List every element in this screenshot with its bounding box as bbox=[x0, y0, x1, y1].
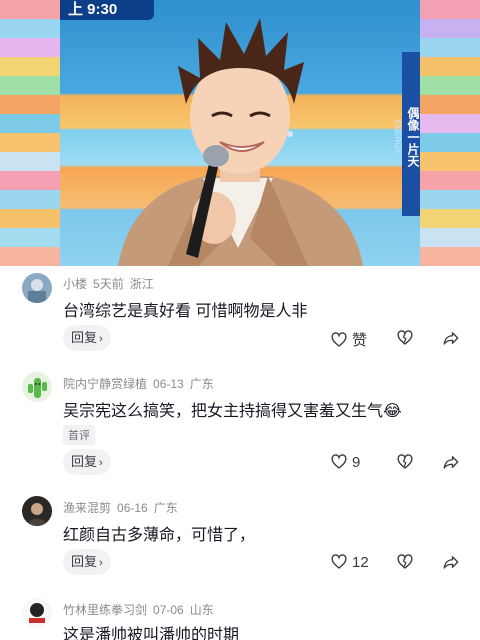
like-count: 9 bbox=[352, 453, 361, 471]
show-title-banner: 偶像一片天 ENERGY bbox=[393, 52, 420, 216]
comment-item: 竹林里练拳习剑 07-06 山东 这是潘帅被叫潘帅的时期 bbox=[0, 594, 480, 640]
comment-item: 渔来混剪 06-16 广东 红颜自古多薄命，可惜了， 回复 › 12 bbox=[0, 494, 480, 594]
share-arrow-icon bbox=[443, 456, 459, 469]
comment-meta: 渔来混剪 06-16 广东 bbox=[63, 499, 178, 516]
reply-button[interactable]: 回复 › bbox=[63, 449, 111, 475]
heart-outline-icon bbox=[331, 454, 347, 469]
broken-heart-icon bbox=[397, 554, 413, 569]
heart-outline-icon bbox=[331, 554, 347, 569]
like-button[interactable]: 12 bbox=[330, 553, 369, 571]
video-person-image bbox=[118, 18, 363, 266]
comment-text: 这是潘帅被叫潘帅的时期 bbox=[63, 627, 240, 640]
comment-username[interactable]: 渔来混剪 bbox=[63, 501, 111, 515]
video-blur-right bbox=[420, 0, 480, 266]
chevron-right-icon: › bbox=[99, 557, 103, 569]
reply-button[interactable]: 回复 › bbox=[63, 325, 111, 351]
share-button[interactable] bbox=[442, 329, 460, 347]
video-blur-left bbox=[0, 0, 60, 266]
comment-meta: 竹林里练拳习剑 07-06 山东 bbox=[63, 601, 214, 618]
dislike-button[interactable] bbox=[396, 329, 414, 347]
comment-time: 06-16 bbox=[117, 501, 148, 515]
like-button[interactable]: 赞 bbox=[330, 329, 367, 350]
share-button[interactable] bbox=[442, 553, 460, 571]
avatar[interactable] bbox=[22, 273, 52, 303]
comment-location: 浙江 bbox=[129, 277, 154, 291]
comment-time: 06-13 bbox=[153, 377, 184, 391]
comment-time: 07-06 bbox=[153, 603, 184, 617]
share-button[interactable] bbox=[442, 453, 460, 471]
broken-heart-icon bbox=[397, 330, 413, 345]
like-label: 赞 bbox=[352, 332, 368, 349]
dislike-button[interactable] bbox=[396, 453, 414, 471]
like-count: 12 bbox=[352, 553, 369, 571]
like-button[interactable]: 9 bbox=[330, 453, 360, 471]
comment-list: 小楼 5天前 浙江 台湾综艺是真好看 可惜啊物是人非 回复 › 赞 院内宁静赏绿… bbox=[0, 266, 480, 640]
comment-location: 广东 bbox=[189, 377, 214, 391]
comment-username[interactable]: 院内宁静赏绿植 bbox=[63, 377, 147, 391]
comment-meta: 小楼 5天前 浙江 bbox=[63, 275, 154, 292]
broken-heart-icon bbox=[397, 454, 413, 469]
dislike-button[interactable] bbox=[396, 553, 414, 571]
comment-item: 小楼 5天前 浙江 台湾综艺是真好看 可惜啊物是人非 回复 › 赞 bbox=[0, 266, 480, 366]
comment-location: 广东 bbox=[153, 501, 178, 515]
chevron-right-icon: › bbox=[99, 333, 103, 345]
comment-text: 吴宗宪这么搞笑，把女主持搞得又害羞又生气😂 bbox=[63, 403, 402, 420]
share-arrow-icon bbox=[443, 332, 459, 345]
comment-text: 台湾综艺是真好看 可惜啊物是人非 bbox=[63, 303, 308, 320]
comment-text: 红颜自古多薄命，可惜了， bbox=[63, 527, 256, 544]
comment-username[interactable]: 小楼 bbox=[63, 277, 87, 291]
comment-meta: 院内宁静赏绿植 06-13 广东 bbox=[63, 375, 214, 392]
avatar[interactable] bbox=[22, 496, 52, 526]
heart-outline-icon bbox=[331, 331, 347, 347]
avatar[interactable] bbox=[22, 372, 52, 402]
video-player[interactable]: 上 9:30 偶像一片天 ENERGY bbox=[0, 0, 480, 266]
comment-location: 山东 bbox=[189, 603, 214, 617]
first-comment-badge: 首评 bbox=[63, 425, 95, 445]
comment-item: 院内宁静赏绿植 06-13 广东 吴宗宪这么搞笑，把女主持搞得又害羞又生气😂 首评 … bbox=[0, 366, 480, 494]
reply-button[interactable]: 回复 › bbox=[63, 549, 111, 575]
share-arrow-icon bbox=[443, 556, 459, 569]
chevron-right-icon: › bbox=[99, 457, 103, 469]
comment-username[interactable]: 竹林里练拳习剑 bbox=[63, 603, 147, 617]
comment-time: 5天前 bbox=[93, 277, 124, 291]
avatar[interactable] bbox=[22, 598, 52, 628]
